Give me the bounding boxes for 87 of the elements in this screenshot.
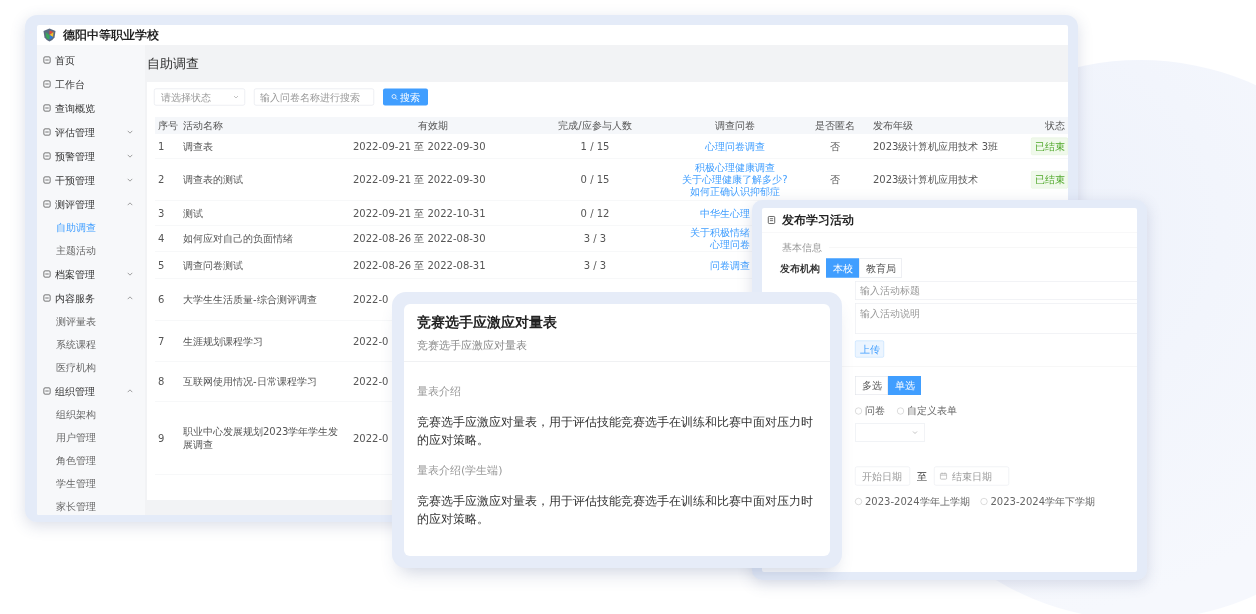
table-cell: 3 / 3 xyxy=(583,259,607,271)
table-cell: 7 xyxy=(158,335,165,347)
section-label: 基本信息 xyxy=(782,240,822,255)
table-cell: 2022-08-26 至 2022-08-31 xyxy=(353,258,486,271)
column-header: 状态 xyxy=(1045,119,1065,132)
sidebar-subitem[interactable]: 角色管理 xyxy=(37,449,145,472)
table-cell: 2023级计算机应用技术 xyxy=(873,173,979,186)
sidebar-subitem[interactable]: 用户管理 xyxy=(37,426,145,449)
sidebar-item[interactable]: 预警管理 xyxy=(37,144,145,168)
table-cell: 1 xyxy=(158,140,165,152)
table-cell: 2022-0 xyxy=(353,375,389,388)
segment-button[interactable]: 教育局 xyxy=(859,258,902,278)
table-cell: 2 xyxy=(158,173,165,186)
table-cell: 2022-08-26 至 2022-08-30 xyxy=(353,232,486,245)
sidebar-item[interactable]: 首页 xyxy=(37,48,145,72)
table-cell: 0 / 12 xyxy=(580,207,610,219)
table-cell: 3 / 3 xyxy=(583,232,607,245)
sidebar-item[interactable]: 干预管理 xyxy=(37,168,145,192)
section-text: 竞赛选手应激应对量表，用于评估技能竞赛选手在训练和比赛中面对压力时的应对策略。 xyxy=(417,493,814,528)
sidebar-subitem[interactable]: 主题活动 xyxy=(37,239,145,262)
table-cell: 调查问卷测试 xyxy=(183,258,243,271)
page-title: 自助调查 xyxy=(147,54,199,73)
title-field[interactable]: 输入活动标题 xyxy=(855,281,1137,300)
card-title: 竞赛选手应激应对量表 xyxy=(417,314,558,332)
section-heading: 量表介绍 xyxy=(417,384,462,399)
sidebar-subitem[interactable]: 组织架构 xyxy=(37,403,145,426)
table-cell: 互联网使用情况-日常课程学习 xyxy=(183,375,317,388)
table-cell: 5 xyxy=(158,259,165,271)
section-text: 竞赛选手应激应对量表，用于评估技能竞赛选手在训练和比赛中面对压力时的应对策略。 xyxy=(417,414,814,449)
search-field[interactable]: 输入问卷名称进行搜索 xyxy=(254,88,374,106)
card-subtitle: 竞赛选手应激应对量表 xyxy=(417,338,528,353)
sidebar-item[interactable]: 评估管理 xyxy=(37,120,145,144)
table-cell: 生涯规划课程学习 xyxy=(183,334,263,347)
table-cell: 2022-0 xyxy=(353,335,389,347)
table-cell: 大学生生活质量-综合测评调查 xyxy=(183,293,317,306)
table-cell: 9 xyxy=(158,432,165,444)
segment-button[interactable]: 多选 xyxy=(855,376,888,395)
table-cell: 2022-09-21 至 2022-09-30 xyxy=(353,139,486,152)
table-cell: 4 xyxy=(158,232,165,245)
sidebar-item[interactable]: 档案管理 xyxy=(37,262,145,286)
status-tag: 已结束 xyxy=(1031,170,1068,189)
table-cell: 测试 xyxy=(183,206,203,219)
column-header: 有效期 xyxy=(417,119,448,132)
dialog-title: 发布学习活动 xyxy=(782,212,854,228)
table-cell: 职业中心发展规划2023学年学生发展调查 xyxy=(183,425,339,451)
radio-option[interactable]: 2023-2024学年上学期 xyxy=(855,494,970,508)
field-label: 发布机构 xyxy=(780,261,820,274)
table-cell: 2022-0 xyxy=(353,293,389,306)
range-separator: 至 xyxy=(917,469,927,483)
radio-option[interactable]: 自定义表单 xyxy=(897,404,957,418)
sidebar-subitem[interactable]: 医疗机构 xyxy=(37,356,145,379)
table-cell: 调查表 xyxy=(183,139,213,152)
column-header: 序号 xyxy=(158,119,178,132)
column-header: 完成/应参与人数 xyxy=(558,119,632,132)
table-cell: 3 xyxy=(158,207,165,219)
sidebar-item[interactable]: 内容服务 xyxy=(37,286,145,310)
school-name: 德阳中等职业学校 xyxy=(63,27,159,43)
table-cell: 0 / 15 xyxy=(580,173,610,186)
table-cell: 否 xyxy=(830,139,840,152)
column-header: 调查问卷 xyxy=(715,119,755,132)
radio-option[interactable]: 2023-2024学年下学期 xyxy=(980,494,1095,508)
sidebar-subitem[interactable]: 家长管理 xyxy=(37,495,145,515)
section-heading: 量表介绍(学生端) xyxy=(417,463,504,478)
table-cell: 2023级计算机应用技术 3班 xyxy=(873,139,998,152)
sidebar-item[interactable]: 测评管理 xyxy=(37,192,145,216)
radio-option[interactable]: 问卷 xyxy=(855,404,885,418)
table-cell: 2022-09-21 至 2022-09-30 xyxy=(353,173,486,186)
column-header: 发布年级 xyxy=(873,119,913,132)
table-cell: 调查表的测试 xyxy=(183,173,243,186)
column-header: 活动名称 xyxy=(183,119,223,132)
sidebar-item[interactable]: 工作台 xyxy=(37,72,145,96)
table-cell: 如何应对自己的负面情绪 xyxy=(183,232,293,245)
table-cell: 2022-0 xyxy=(353,432,389,444)
sidebar-item[interactable]: 查询概览 xyxy=(37,96,145,120)
table-cell: 6 xyxy=(158,293,165,306)
table-cell: 8 xyxy=(158,375,165,388)
logo-icon xyxy=(42,27,57,43)
sidebar-subitem[interactable]: 学生管理 xyxy=(37,472,145,495)
sidebar-subitem[interactable]: 测评量表 xyxy=(37,310,145,333)
status-tag: 已结束 xyxy=(1031,137,1068,155)
table-cell: 否 xyxy=(830,173,840,186)
sidebar-subitem[interactable]: 系统课程 xyxy=(37,333,145,356)
table-cell: 1 / 15 xyxy=(580,140,610,152)
sidebar-item[interactable]: 组织管理 xyxy=(37,379,145,403)
table-cell: 2022-09-21 至 2022-10-31 xyxy=(353,206,486,219)
description-field[interactable]: 输入活动说明 xyxy=(855,303,1137,334)
column-header: 是否匿名 xyxy=(815,119,855,132)
